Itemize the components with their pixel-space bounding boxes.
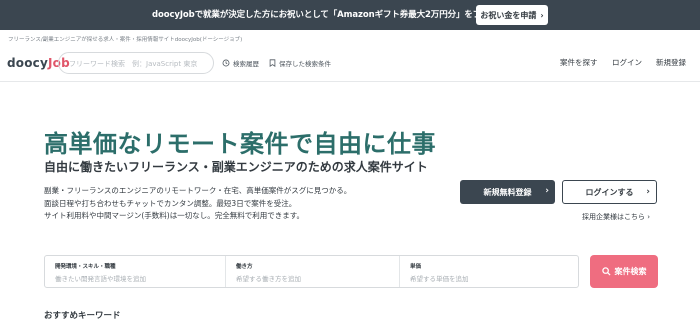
chevron-right-icon: › bbox=[540, 10, 544, 20]
hero-subtitle: 自由に働きたいフリーランス・副業エンジニアのための求人案件サイト bbox=[44, 160, 428, 174]
workstyle-field[interactable]: 働き方 希望する働き方を追加 bbox=[225, 256, 399, 287]
corporate-link[interactable]: 採用企業様はこちら › bbox=[582, 212, 650, 222]
keyword-search-input[interactable]: フリーワード検索 例：JavaScript 東京 bbox=[58, 52, 214, 74]
site-header: doocyJob フリーワード検索 例：JavaScript 東京 検索履歴 保… bbox=[0, 44, 700, 82]
breadcrumb[interactable]: フリーランス/副業エンジニアが探せる求人・案件・採用情報サイトdoocyJob(… bbox=[8, 35, 242, 43]
skill-field[interactable]: 開発環境・スキル・職種 働きたい開発言語や環境を追加 bbox=[45, 256, 225, 287]
chevron-right-icon: › bbox=[646, 187, 650, 197]
apply-bonus-label: お祝い金を申請 bbox=[480, 10, 537, 20]
search-history-link[interactable]: 検索履歴 bbox=[222, 58, 259, 68]
recommended-keywords-title: おすすめキーワード bbox=[44, 311, 121, 321]
promo-text: doocyJobで就業が決定した方にお祝いとして「Amazonギフト券最大2万円… bbox=[152, 10, 526, 20]
apply-bonus-button[interactable]: お祝い金を申請 › bbox=[476, 5, 548, 25]
login-button[interactable]: ログインする › bbox=[562, 180, 657, 204]
hero-title: 高単価なリモート案件で自由に仕事 bbox=[44, 130, 436, 158]
search-placeholder: フリーワード検索 例：JavaScript 東京 bbox=[69, 60, 198, 68]
hero-description: 副業・フリーランスのエンジニアのリモートワーク・在宅、高単価案件がスグに見つかる… bbox=[44, 186, 352, 220]
register-button[interactable]: 新規無料登録 › bbox=[460, 180, 555, 204]
chevron-right-icon: › bbox=[545, 186, 549, 196]
nav-signup[interactable]: 新規登録 bbox=[656, 57, 686, 68]
rate-field[interactable]: 単価 希望する単価を追加 bbox=[399, 256, 578, 287]
promo-banner: doocyJobで就業が決定した方にお祝いとして「Amazonギフト券最大2万円… bbox=[0, 0, 700, 30]
nav-login[interactable]: ログイン bbox=[612, 57, 642, 68]
saved-search-link[interactable]: 保存した検索条件 bbox=[269, 58, 331, 68]
job-search-panel: 開発環境・スキル・職種 働きたい開発言語や環境を追加 働き方 希望する働き方を追… bbox=[44, 255, 579, 288]
chevron-right-icon: › bbox=[647, 213, 651, 221]
history-icon bbox=[222, 59, 230, 67]
search-icon bbox=[601, 267, 611, 276]
bookmark-icon bbox=[269, 59, 276, 67]
nav-find-jobs[interactable]: 案件を探す bbox=[560, 57, 598, 68]
job-search-button[interactable]: 案件検索 bbox=[590, 255, 658, 288]
